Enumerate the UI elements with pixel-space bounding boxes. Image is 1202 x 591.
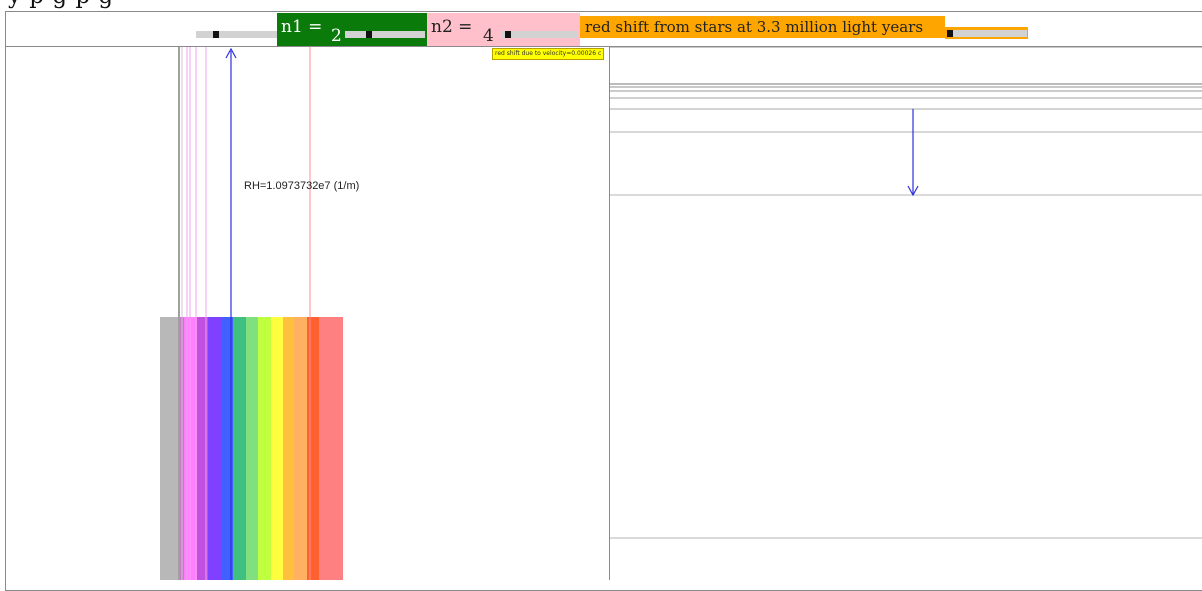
- spectrum-band-9: [258, 317, 271, 580]
- spectrum-band-14: [319, 317, 343, 580]
- spectrum-band-11: [283, 317, 294, 580]
- n2-value: 4: [483, 26, 494, 46]
- clipped-header-text: y p g p g: [8, 0, 114, 9]
- redshift-label: red shift from stars at 3.3 million ligh…: [585, 18, 924, 36]
- spectrum-band-5: [208, 317, 222, 580]
- spectrum-band-10: [271, 317, 283, 580]
- n1-value: 2: [331, 26, 342, 46]
- n1-label: n1 =: [281, 17, 323, 37]
- spectrum-band-1: [160, 317, 179, 580]
- energy-levels: [610, 47, 1202, 539]
- rydberg-constant-label: RH=1.0973732e7 (1/m): [244, 180, 360, 192]
- spectrum-band-8: [246, 317, 258, 580]
- n2-slider-track[interactable]: [502, 31, 578, 38]
- spectrum-band-12: [294, 317, 307, 580]
- n2-slider-thumb[interactable]: [505, 31, 511, 38]
- unlabeled-slider-track[interactable]: [196, 31, 278, 38]
- n1-slider-thumb[interactable]: [366, 31, 372, 38]
- spectrum-panel: [160, 47, 343, 580]
- n2-label: n2 =: [431, 17, 473, 37]
- redshift-slider-thumb[interactable]: [947, 30, 953, 37]
- redshift-slider-track[interactable]: [947, 30, 1027, 37]
- transition-arrow: [907, 109, 919, 197]
- spectrum-band-13: [307, 317, 319, 580]
- spectrum-band-7: [233, 317, 246, 580]
- energy-level-panel: [610, 47, 1202, 539]
- n1-slider-track[interactable]: [345, 31, 425, 38]
- unlabeled-slider-thumb[interactable]: [213, 31, 219, 38]
